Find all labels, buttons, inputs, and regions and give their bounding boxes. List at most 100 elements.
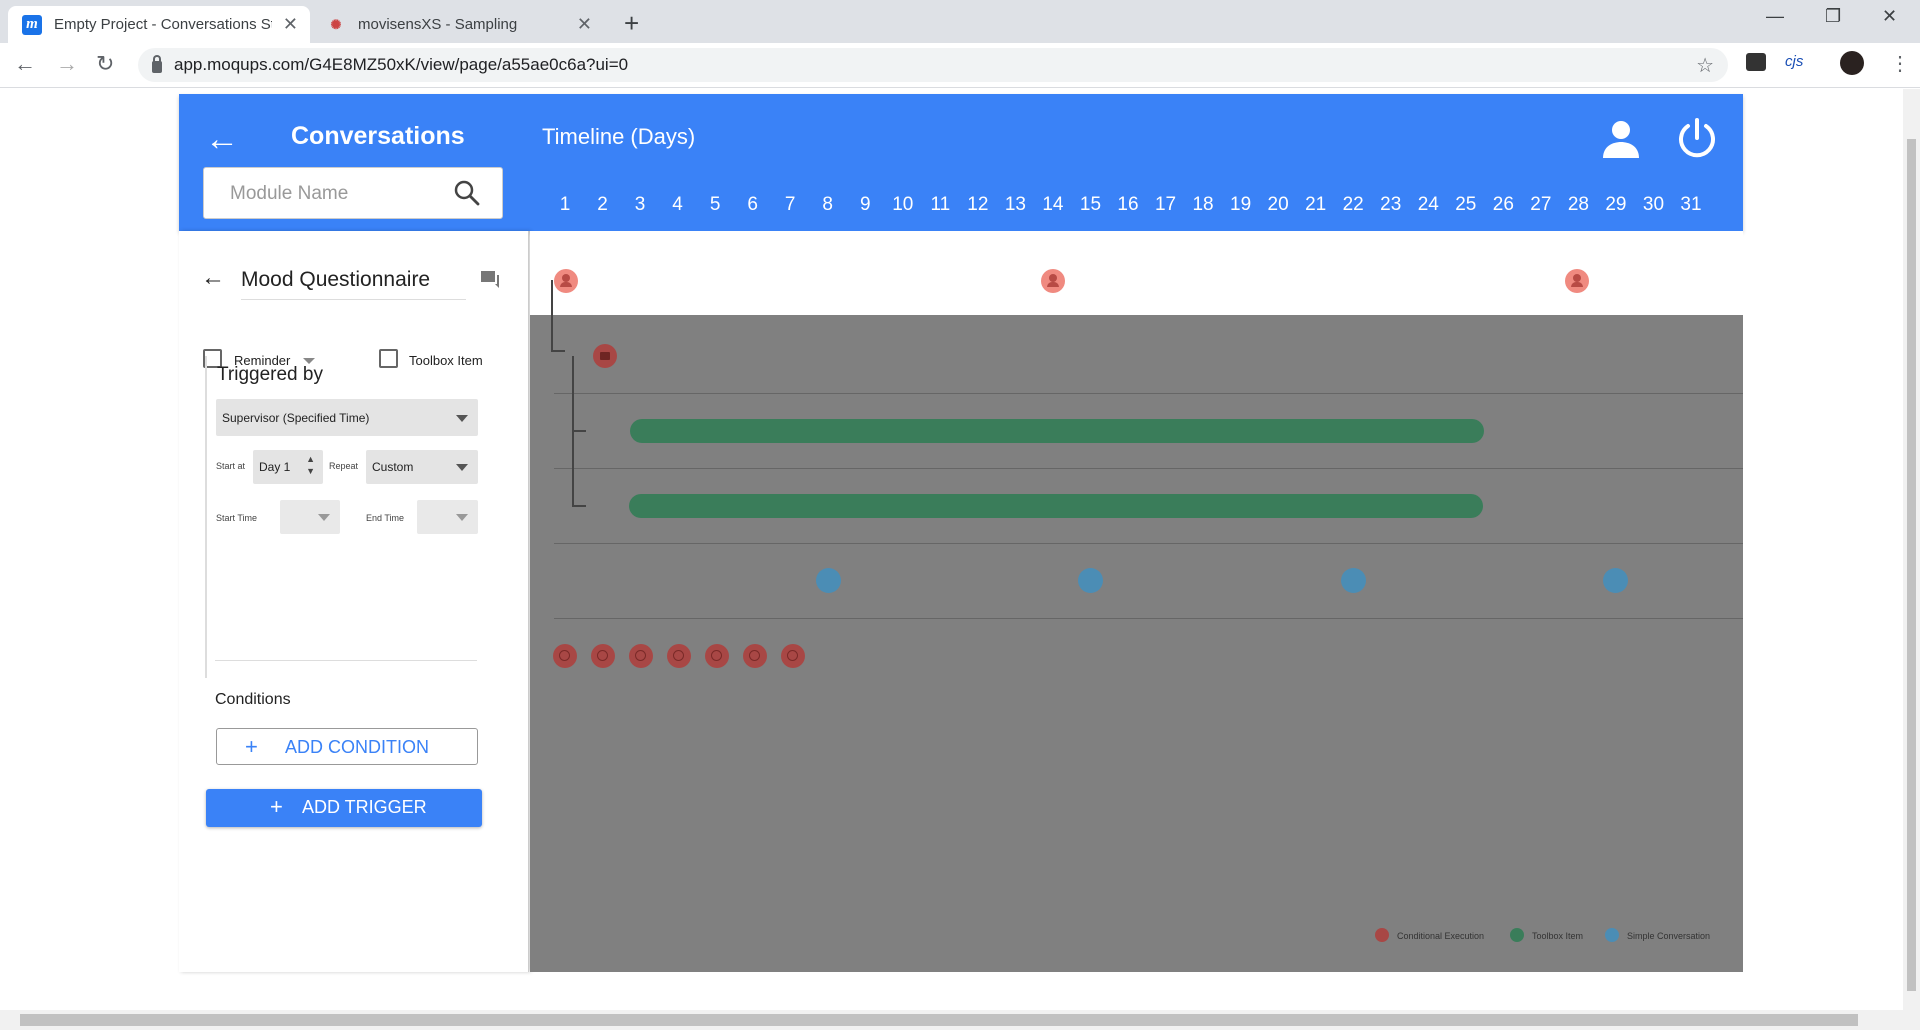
start-day-stepper[interactable]: Day 1 ▲ ▼ [253,450,323,484]
end-time-select[interactable] [417,500,478,534]
timeline-overlay [530,315,1743,972]
conversation-person-marker[interactable] [1041,269,1065,293]
day-label: 8 [822,194,834,215]
day-label: 19 [1230,194,1252,215]
browser-tabstrip: m Empty Project - Conversations St ✕ ✺ m… [0,0,1920,43]
app-header: ← Conversations Timeline (Days) Module N… [179,94,1743,231]
timeline-title: Timeline (Days) [542,124,696,149]
module-panel: ← Mood Questionnaire Reminder Toolbox It… [179,231,529,972]
legend-simple-label: Simple Conversation [1627,931,1711,941]
alarm-icon[interactable] [705,644,729,668]
add-condition-button[interactable]: + ADD CONDITION [216,728,478,765]
minimize-icon[interactable]: — [1766,6,1784,27]
close-tab-icon[interactable]: ✕ [577,14,592,35]
day-label: 17 [1154,194,1177,215]
star-icon[interactable]: ☆ [1696,53,1714,78]
close-tab-icon[interactable]: ✕ [283,14,298,35]
conditional-execution-marker[interactable] [593,344,617,368]
user-icon[interactable] [1599,116,1643,160]
start-time-label: Start Time [216,513,258,523]
alarm-icon[interactable] [629,644,653,668]
extension-icon[interactable] [1746,53,1766,71]
simple-conversation-marker[interactable] [1341,568,1366,593]
day-label: 16 [1117,194,1139,215]
repeat-label: Repeat [329,461,359,471]
back-icon[interactable]: ← [14,51,36,77]
panel-back-icon[interactable]: ← [201,264,225,292]
dropdown-icon [456,464,468,471]
restore-icon[interactable]: ❐ [1825,6,1841,27]
conversation-person-marker[interactable] [1565,269,1589,293]
stepper-icon[interactable]: ▲ ▼ [306,453,315,477]
alarm-icon[interactable] [743,644,767,668]
legend-simple-dot [1605,928,1619,942]
close-window-icon[interactable]: ✕ [1882,6,1897,27]
divider [215,660,477,661]
alarm-icon[interactable] [781,644,805,668]
app: ← Conversations Timeline (Days) Module N… [179,94,1743,972]
scroll-thumb[interactable] [1907,139,1916,991]
plus-icon: + [270,794,283,819]
chat-icon[interactable] [481,271,501,289]
browser-toolbar: ← → ↻ app.moqups.com/G4E8MZ50xK/view/pag… [0,43,1920,88]
start-time-select[interactable] [280,500,340,534]
day-label: 24 [1417,194,1439,215]
day-label: 31 [1680,194,1702,215]
day-label: 22 [1342,194,1364,215]
timeline-top-row [530,231,1743,315]
day-label: 9 [859,194,871,215]
day-label: 28 [1567,194,1589,215]
simple-conversation-marker[interactable] [1078,568,1103,593]
scroll-thumb[interactable] [20,1014,1858,1026]
address-bar[interactable]: app.moqups.com/G4E8MZ50xK/view/page/a55a… [138,48,1728,82]
alarm-icon[interactable] [667,644,691,668]
new-tab-icon[interactable]: + [624,8,639,39]
repeat-value: Custom [372,460,414,474]
day-axis: 1 2 3 4 5 6 7 8 9 10 11 12 13 14 15 16 17 18 19 20 21 22 23 24 2… [179,194,1743,224]
simple-conversation-marker[interactable] [1603,568,1628,593]
day-label: 23 [1380,194,1402,215]
moqups-icon: m [22,14,42,35]
module-title[interactable]: Mood Questionnaire [241,268,430,292]
day-label: 18 [1192,194,1214,215]
row-divider [554,468,1743,469]
reload-icon[interactable]: ↻ [96,51,114,77]
connector-line [572,505,586,507]
power-icon[interactable] [1675,116,1719,160]
day-label: 13 [1004,194,1026,215]
alarm-icon[interactable] [591,644,615,668]
conversation-person-marker[interactable] [554,269,578,293]
legend-toolbox-dot [1510,928,1524,942]
row-divider [554,393,1743,394]
cjs-extension-icon[interactable]: cjs [1785,53,1803,70]
profile-avatar[interactable] [1840,51,1864,75]
toolbox-item-bar[interactable] [629,494,1483,518]
day-label: 10 [892,194,914,215]
alarm-icon[interactable] [553,644,577,668]
back-arrow-icon[interactable]: ← [205,120,239,159]
start-at-label: Start at [216,461,246,471]
connector-line [551,280,553,350]
menu-icon[interactable]: ⋮ [1890,51,1910,76]
forward-icon[interactable]: → [56,51,78,77]
browser-tab[interactable]: ✺ movisensXS - Sampling ✕ [312,6,604,43]
day-label: 2 [597,194,608,215]
vertical-scrollbar[interactable] [1903,89,1920,1010]
row-divider [554,543,1743,544]
legend-toolbox-label: Toolbox Item [1532,931,1584,941]
day-label: 30 [1642,194,1665,215]
trigger-select[interactable]: Supervisor (Specified Time) [216,399,478,436]
browser-tab-active[interactable]: m Empty Project - Conversations St ✕ [8,6,310,43]
toolbox-item-bar[interactable] [630,419,1484,443]
repeat-select[interactable]: Custom [366,450,478,484]
day-label: 4 [672,194,683,215]
title-underline [241,299,466,300]
simple-conversation-marker[interactable] [816,568,841,593]
horizontal-scrollbar[interactable] [0,1010,1920,1030]
lock-icon [152,55,162,73]
start-day-value: Day 1 [259,460,291,474]
add-trigger-button[interactable]: + ADD TRIGGER [206,789,482,827]
connector-line [572,430,586,432]
day-label: 21 [1305,194,1327,215]
legend: Conditional Execution Toolbox Item Simpl… [1375,926,1715,946]
